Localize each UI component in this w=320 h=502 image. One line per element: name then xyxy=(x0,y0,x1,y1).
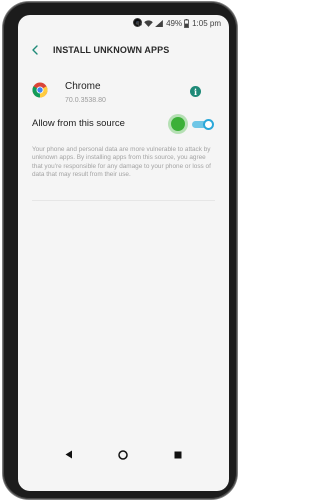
nav-home-button[interactable] xyxy=(111,443,135,467)
chrome-icon xyxy=(32,82,48,98)
app-version: 70.0.3538.80 xyxy=(65,97,106,104)
signal-icon xyxy=(155,19,163,27)
home-circle-icon xyxy=(118,449,129,460)
page-title: INSTALL UNKNOWN APPS xyxy=(53,45,170,55)
back-button[interactable] xyxy=(24,39,46,61)
allow-from-source-row[interactable]: Allow from this source xyxy=(18,112,229,137)
phone-frame: 49% 1:05 pm INSTALL UNKNOWN APPS Chrome … xyxy=(3,2,237,499)
nav-recents-button[interactable] xyxy=(166,443,190,467)
warning-text: Your phone and personal data are more vu… xyxy=(32,146,211,179)
status-bar: 49% 1:05 pm xyxy=(18,15,229,31)
touch-indicator xyxy=(171,117,185,131)
empty-content-area xyxy=(18,203,229,425)
status-icons xyxy=(135,19,163,27)
allow-label: Allow from this source xyxy=(32,118,125,129)
allow-toggle[interactable] xyxy=(192,119,214,130)
app-bar: INSTALL UNKNOWN APPS xyxy=(18,35,229,65)
nav-back-button[interactable] xyxy=(57,443,81,467)
info-button[interactable]: i xyxy=(190,86,201,97)
battery-icon xyxy=(184,18,189,28)
toggle-thumb xyxy=(203,119,214,130)
divider xyxy=(32,200,215,201)
recents-square-icon xyxy=(174,451,182,458)
app-name: Chrome xyxy=(65,81,101,92)
wifi-icon xyxy=(144,19,153,27)
info-icon: i xyxy=(193,86,198,97)
app-info-row: Chrome 70.0.3538.80 i xyxy=(18,73,229,113)
back-triangle-icon xyxy=(65,450,73,459)
battery-percent: 49% xyxy=(166,18,183,28)
screen: 49% 1:05 pm INSTALL UNKNOWN APPS Chrome … xyxy=(18,15,229,491)
navigation-bar xyxy=(18,438,229,471)
chevron-left-icon xyxy=(32,45,38,55)
clock: 1:05 pm xyxy=(192,18,221,28)
mute-icon xyxy=(135,20,143,26)
